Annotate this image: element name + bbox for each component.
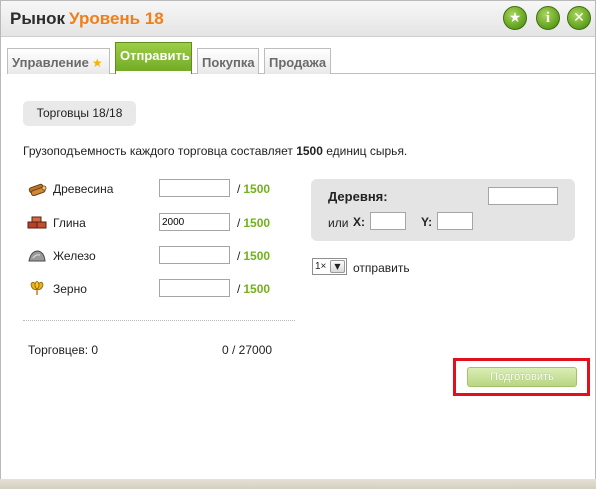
max-separator: /	[237, 249, 241, 263]
close-icon: ✕	[573, 10, 585, 26]
star-icon: ★	[91, 56, 103, 70]
resource-max: /1500	[237, 216, 270, 230]
max-value: 1500	[243, 182, 271, 196]
or-label: или	[328, 216, 349, 230]
star-icon: ★	[508, 10, 522, 26]
x-label: X:	[353, 215, 365, 229]
merchants-badge: Торговцы 18/18	[23, 101, 136, 126]
window-title: Рынок Уровень 18	[10, 9, 164, 29]
iron-amount-input[interactable]	[159, 246, 230, 264]
resource-row-wood: Древесина /1500	[27, 179, 287, 199]
iron-icon	[28, 250, 46, 262]
capacity-prefix: Грузоподъемность каждого торговца состав…	[23, 144, 293, 158]
max-value: 1500	[243, 249, 271, 263]
y-coordinate-input[interactable]	[437, 212, 473, 230]
resource-label: Зерно	[53, 282, 87, 296]
load-total: 0 / 27000	[222, 343, 273, 357]
x-coordinate-input[interactable]	[370, 212, 406, 230]
send-label: отправить	[353, 261, 410, 275]
clay-amount-input[interactable]	[159, 213, 230, 231]
prepare-button[interactable]: Подготовить	[467, 367, 577, 387]
destination-panel: Деревня: или X: Y:	[311, 179, 575, 241]
capacity-text: Грузоподъемность каждого торговца состав…	[23, 144, 407, 158]
max-separator: /	[237, 282, 241, 296]
tab-label: Управление	[12, 55, 89, 70]
info-button[interactable]: i	[536, 6, 560, 30]
resource-max: /1500	[237, 282, 270, 296]
resource-label: Железо	[53, 249, 96, 263]
resource-max: /1500	[237, 249, 270, 263]
village-label: Деревня:	[328, 189, 388, 204]
tab-send[interactable]: Отправить	[115, 42, 192, 75]
tab-label: Покупка	[202, 55, 255, 70]
background-strip	[0, 479, 596, 489]
close-button[interactable]: ✕	[567, 6, 591, 30]
send-panel: Торговцы 18/18 Грузоподъемность каждого …	[1, 75, 595, 489]
resource-label: Древесина	[53, 182, 114, 196]
select-value: 1×	[315, 261, 327, 272]
clay-icon	[27, 216, 47, 229]
village-name-input[interactable]	[488, 187, 558, 205]
max-value: 1500	[243, 216, 271, 230]
capacity-amount: 1500	[296, 144, 323, 158]
send-times-select[interactable]: 1× ▼	[312, 258, 347, 275]
tab-sell[interactable]: Продажа	[264, 48, 331, 74]
crop-amount-input[interactable]	[159, 279, 230, 297]
max-separator: /	[237, 216, 241, 230]
max-value: 1500	[243, 282, 271, 296]
tab-management[interactable]: Управление ★	[7, 48, 110, 74]
resource-row-clay: Глина /1500	[27, 213, 287, 233]
marketplace-window: Рынок Уровень 18 ★ i ✕ Управление ★ Отправ…	[0, 0, 596, 489]
y-label: Y:	[421, 215, 433, 229]
resource-max: /1500	[237, 182, 270, 196]
wood-icon	[28, 183, 47, 196]
info-icon: i	[545, 10, 551, 26]
divider	[23, 320, 295, 321]
title-bar: Рынок Уровень 18 ★ i ✕	[1, 1, 595, 37]
wood-amount-input[interactable]	[159, 179, 230, 197]
tab-label: Продажа	[269, 55, 327, 70]
favorite-button[interactable]: ★	[503, 6, 527, 30]
crop-icon	[30, 281, 44, 295]
title-text: Рынок	[10, 9, 66, 28]
resource-label: Глина	[53, 216, 86, 230]
max-separator: /	[237, 182, 241, 196]
resource-row-iron: Железо /1500	[27, 246, 287, 266]
resource-row-crop: Зерно /1500	[27, 279, 287, 299]
tab-buy[interactable]: Покупка	[197, 48, 259, 74]
tab-bar: Управление ★ Отправить Покупка Продажа	[7, 42, 595, 75]
title-level: Уровень 18	[69, 9, 164, 28]
tab-label: Отправить	[120, 48, 190, 63]
capacity-suffix: единиц сырья.	[326, 144, 408, 158]
merchants-needed: Торговцев: 0	[28, 343, 99, 357]
chevron-down-icon: ▼	[330, 260, 345, 273]
